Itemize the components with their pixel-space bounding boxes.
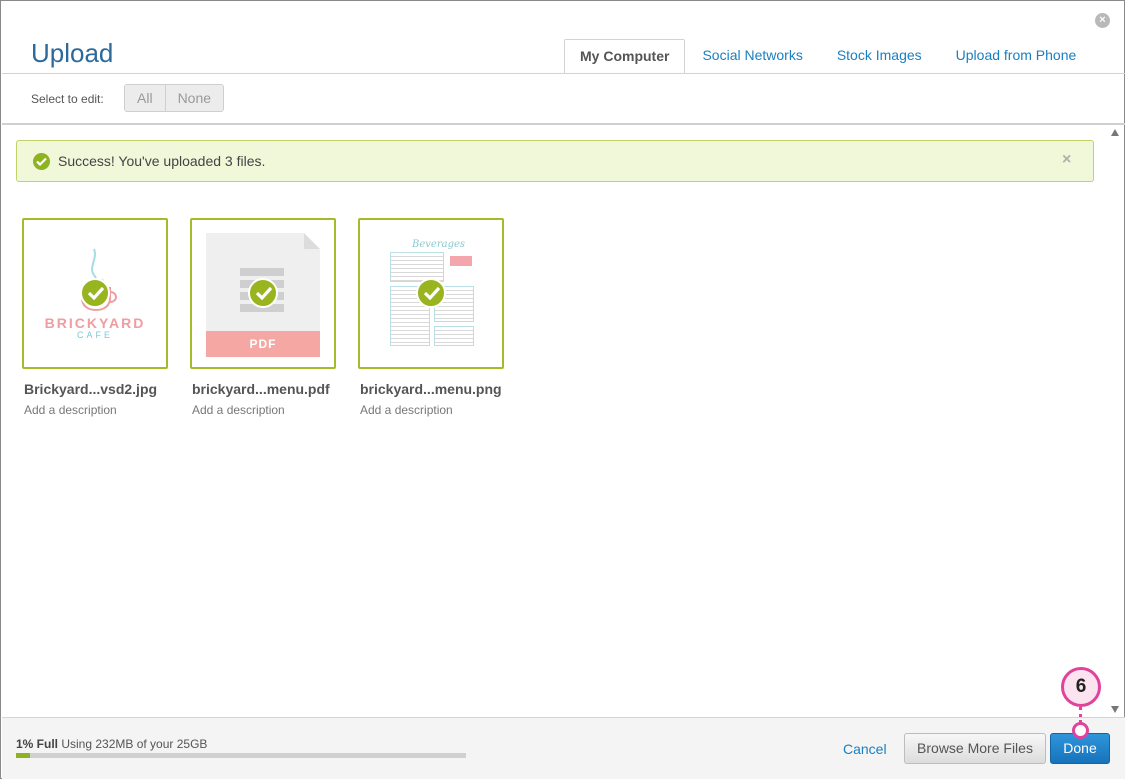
select-none-button[interactable]: None	[164, 85, 224, 111]
browse-more-files-button[interactable]: Browse More Files	[904, 733, 1046, 764]
menu-sheet-title: Beverages	[412, 239, 466, 250]
file-name: brickyard...menu.png	[360, 381, 502, 397]
source-tabs: My Computer Social Networks Stock Images…	[564, 39, 1093, 74]
scroll-up-arrow-icon[interactable]	[1111, 129, 1119, 136]
storage-percent: 1% Full	[16, 737, 59, 751]
menu-logo	[450, 256, 472, 266]
pdf-badge: PDF	[206, 331, 320, 357]
add-description-link[interactable]: Add a description	[24, 403, 117, 417]
logo-text: BRICKYARD	[44, 315, 146, 331]
file-tile-jpg[interactable]: BRICKYARD CAFE	[22, 218, 168, 369]
tab-my-computer[interactable]: My Computer	[564, 39, 686, 74]
logo-subtext: CAFE	[76, 330, 113, 340]
tab-social-networks[interactable]: Social Networks	[685, 39, 819, 74]
file-tile-png[interactable]: Beverages	[358, 218, 504, 369]
check-icon	[416, 278, 446, 308]
close-dialog-icon[interactable]: ×	[1095, 13, 1110, 28]
dialog-title: Upload	[31, 38, 114, 68]
header-divider	[2, 73, 1125, 74]
storage-progress-bar	[16, 753, 466, 758]
menu-section	[434, 326, 474, 346]
upload-dialog: × Upload My Computer Social Networks Sto…	[0, 0, 1125, 779]
scroll-down-arrow-icon[interactable]	[1111, 706, 1119, 713]
check-circle-icon	[33, 153, 50, 170]
file-tile-pdf[interactable]: PDF	[190, 218, 336, 369]
callout-target-dot	[1072, 722, 1089, 739]
menu-section	[390, 252, 444, 282]
select-to-edit-label: Select to edit:	[31, 92, 104, 106]
check-icon	[248, 278, 278, 308]
page-fold	[304, 233, 320, 249]
add-description-link[interactable]: Add a description	[360, 403, 453, 417]
storage-progress-fill	[16, 753, 30, 758]
alert-close-icon[interactable]: ×	[1062, 151, 1071, 169]
tab-stock-images[interactable]: Stock Images	[820, 39, 939, 74]
callout-connector	[1079, 707, 1082, 723]
toolbar-divider	[2, 123, 1125, 125]
tab-upload-from-phone[interactable]: Upload from Phone	[939, 39, 1094, 74]
select-all-button[interactable]: All	[125, 85, 165, 111]
dialog-footer: 1% Full Using 232MB of your 25GB Cancel …	[2, 717, 1125, 779]
select-segmented-control: All None	[124, 84, 225, 112]
success-alert: Success! You've uploaded 3 files. ×	[16, 140, 1094, 182]
file-name: brickyard...menu.pdf	[192, 381, 330, 397]
add-description-link[interactable]: Add a description	[192, 403, 285, 417]
file-name: Brickyard...vsd2.jpg	[24, 381, 158, 397]
alert-message: Success! You've uploaded 3 files.	[58, 153, 266, 169]
check-icon	[80, 278, 110, 308]
step-callout: 6	[1061, 667, 1101, 707]
storage-usage-text: 1% Full Using 232MB of your 25GB	[16, 737, 207, 751]
storage-detail: Using 232MB of your 25GB	[58, 737, 208, 751]
cancel-link[interactable]: Cancel	[843, 741, 887, 757]
